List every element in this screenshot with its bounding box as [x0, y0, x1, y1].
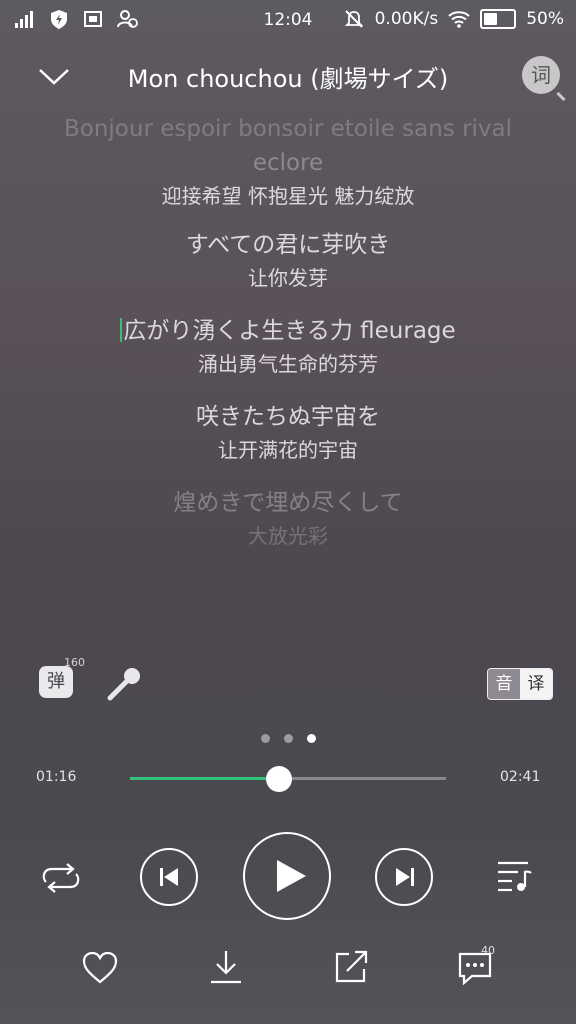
progress-knob[interactable]: [266, 766, 293, 792]
lyric-line-current: 広がり湧くよ生きる力 fleurage: [0, 314, 576, 348]
translation-toggle[interactable]: 译: [520, 669, 552, 699]
comments-button[interactable]: 40: [456, 944, 506, 988]
lyric-translation: 大放光彩: [248, 524, 328, 548]
collapse-chevron-icon[interactable]: [36, 58, 72, 94]
page-indicator: [0, 734, 576, 743]
next-button[interactable]: [375, 848, 433, 906]
lyric-current-text: 広がり湧くよ生きる力 fleurage: [123, 318, 456, 344]
lyric-line: Bonjour espoir bonsoir etoile sans rival: [63, 116, 513, 142]
share-icon[interactable]: [333, 949, 369, 985]
danmaku-button[interactable]: 弹: [39, 666, 73, 698]
battery-icon: [480, 9, 517, 29]
comment-count: 40: [481, 944, 495, 957]
lyrics-search-button[interactable]: 词: [522, 56, 560, 94]
lyric-translation: 涌出勇气生命的芬芳: [198, 352, 378, 376]
page-dot[interactable]: [260, 734, 270, 743]
lyric-line: 咲きたちぬ宇宙を: [196, 404, 380, 430]
status-bar: 12:04 0.00K/s 50%: [0, 0, 576, 40]
lyric-cursor: [120, 318, 123, 342]
play-icon: [277, 860, 306, 892]
lyric-translation: 让开满花的宇宙: [218, 438, 358, 462]
next-icon: [396, 868, 414, 886]
network-speed: 0.00K/s: [374, 9, 439, 29]
playlist-icon[interactable]: [496, 858, 536, 894]
mute-icon: [344, 10, 363, 28]
previous-button[interactable]: [140, 848, 198, 906]
lyric-line: 煌めきで埋め尽くして: [173, 490, 403, 516]
song-title: Mon chouchou (劇場サイズ): [127, 65, 449, 93]
battery-percent: 50%: [526, 9, 564, 29]
wifi-icon: [448, 11, 470, 28]
danmaku-count: 160: [64, 656, 85, 669]
lyrics-panel[interactable]: Bonjour espoir bonsoir etoile sans rival…: [0, 112, 576, 552]
page-dot[interactable]: [283, 734, 293, 743]
lyric-line: eclore: [252, 150, 324, 176]
status-right-icons: 0.00K/s 50%: [343, 8, 564, 30]
heart-icon[interactable]: [81, 950, 119, 986]
play-button[interactable]: [243, 832, 331, 920]
current-time: 01:16: [36, 769, 77, 785]
total-time: 02:41: [500, 769, 541, 785]
lyric-translation: 迎接希望 怀抱星光 魅力绽放: [161, 184, 415, 208]
lyric-mode-toggle[interactable]: 音 译: [487, 668, 553, 700]
previous-icon: [160, 868, 178, 886]
original-lyrics-toggle[interactable]: 音: [488, 669, 520, 699]
microphone-icon[interactable]: [104, 664, 144, 704]
progress-fill: [130, 777, 280, 780]
repeat-icon[interactable]: [38, 858, 84, 898]
lyric-line: すべての君に芽吹き: [185, 232, 391, 258]
page-dot[interactable]: [306, 734, 316, 743]
lyric-translation: 让你发芽: [248, 266, 328, 290]
download-icon[interactable]: [207, 948, 245, 986]
